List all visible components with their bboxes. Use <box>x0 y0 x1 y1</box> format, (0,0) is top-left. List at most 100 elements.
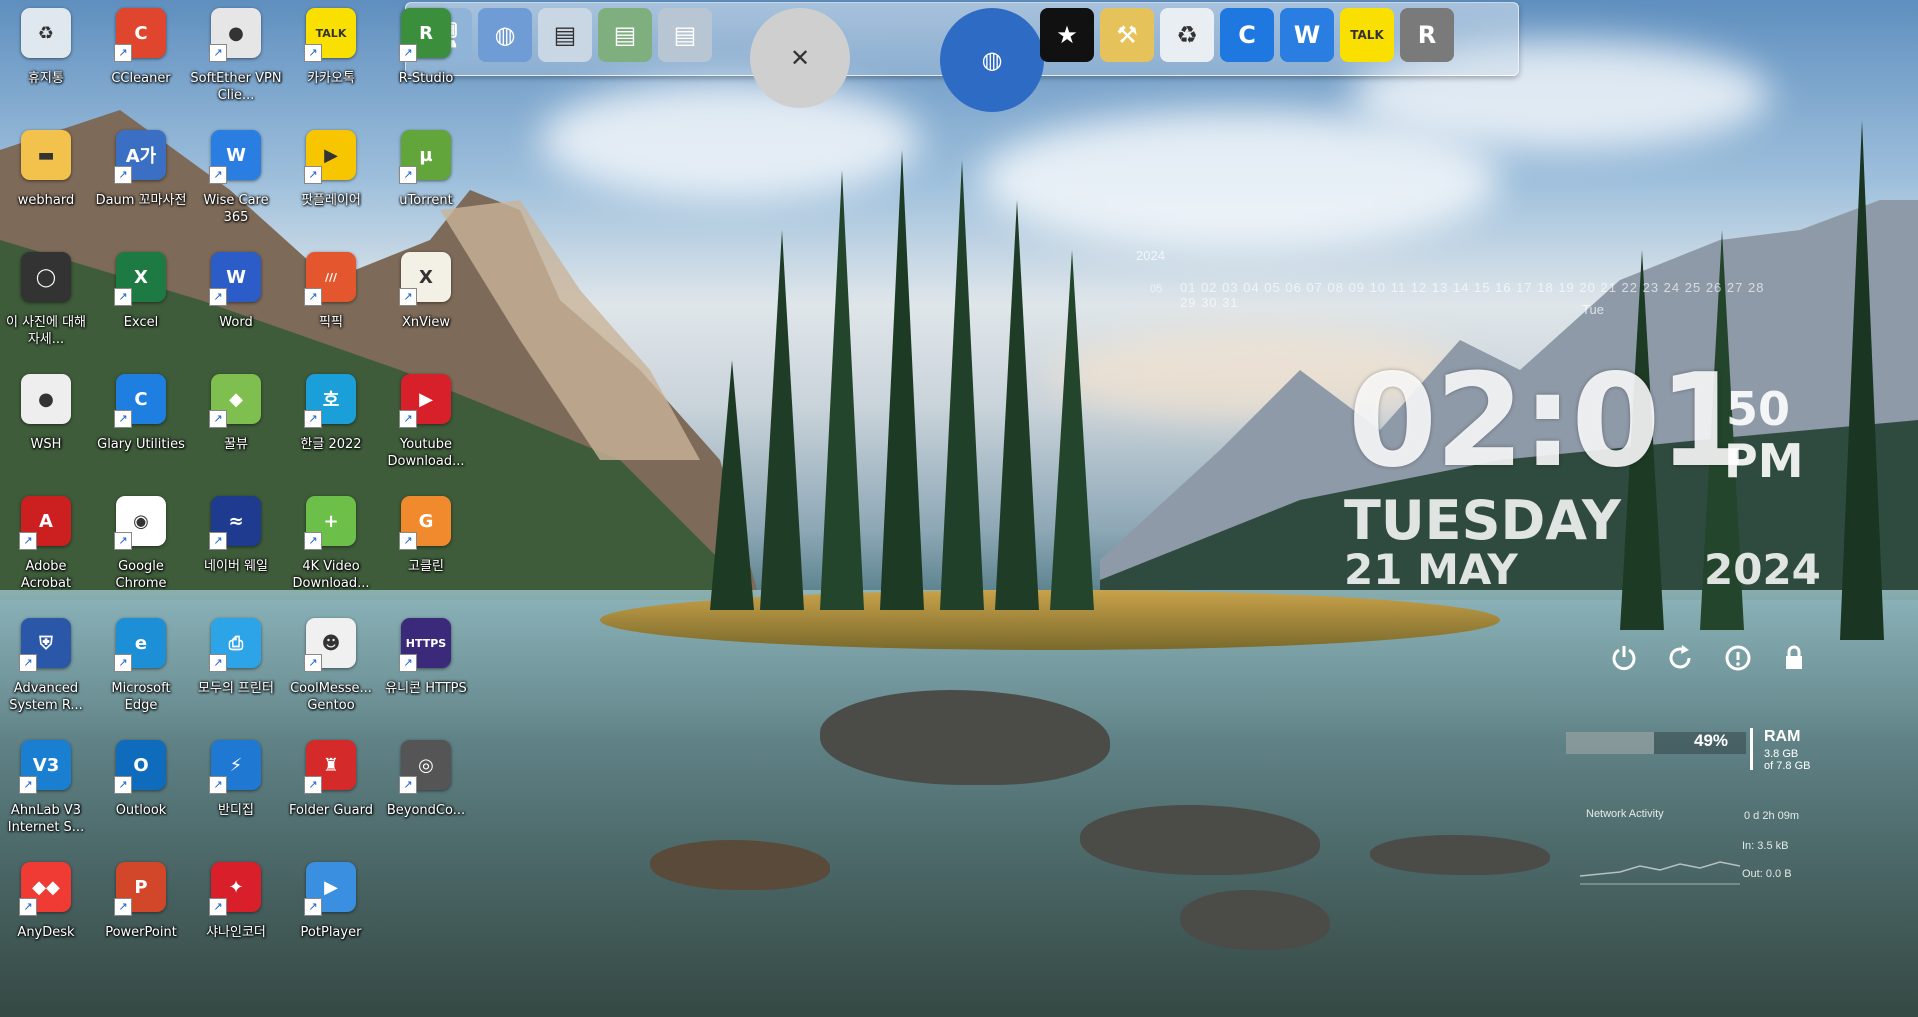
dock-item-documents-folder[interactable]: ▤ <box>538 8 592 62</box>
desktop-icon-bandizip[interactable]: ⚡ ↗ 반디집 <box>189 736 283 848</box>
desktop-icon-powerpoint[interactable]: P ↗ PowerPoint <box>94 858 188 970</box>
desktop-icon-youtube-downloader[interactable]: ▶ ↗ Youtube Download... <box>379 370 473 482</box>
shortcut-arrow-icon: ↗ <box>399 166 417 184</box>
kakaotalk-icon: TALK <box>1350 28 1384 42</box>
sleep-button[interactable] <box>1720 640 1756 676</box>
recycle-bin-icon: ♻ <box>21 8 71 58</box>
shortcut-arrow-icon: ↗ <box>114 288 132 306</box>
restart-button[interactable] <box>1662 640 1698 676</box>
desktop-icon-shana-encoder[interactable]: ✦ ↗ 샤나인코더 <box>189 858 283 970</box>
desktop-icon-label: 4K Video Download... <box>292 559 370 591</box>
desktop-icon-acrobat[interactable]: A ↗ Adobe Acrobat <box>0 492 93 604</box>
desktop-icon-potplayer-yellow[interactable]: ▶ ↗ 팟플레이어 <box>284 126 378 238</box>
desktop-icon-label: CCleaner <box>111 71 171 86</box>
desktop-icon-edge[interactable]: e ↗ Microsoft Edge <box>94 614 188 726</box>
desktop-icon-picpick[interactable]: ///↗ 픽픽 <box>284 248 378 360</box>
dock-item-wrench-hammer[interactable]: ⚒ <box>1100 8 1154 62</box>
desktop-icon-file[interactable]: ● WSH <box>0 370 93 482</box>
desktop-icon-label: 유니콘 HTTPS <box>385 681 467 696</box>
desktop-icon-recycle-bin[interactable]: ♻ 휴지통 <box>0 4 93 116</box>
dock-item-tshirt[interactable]: ★ <box>1040 8 1094 62</box>
desktop-icon-ahnlab-v3[interactable]: V3 ↗ AhnLab V3 Internet S... <box>0 736 93 848</box>
lock-button[interactable] <box>1776 640 1812 676</box>
shortcut-arrow-icon: ↗ <box>114 776 132 794</box>
desktop-icon-label: SoftEther VPN Clie... <box>190 71 282 103</box>
desktop-icon-label: Google Chrome <box>115 559 167 591</box>
desktop-icon-honeyview[interactable]: ◆ ↗ 꿀뷰 <box>189 370 283 482</box>
desktop-icon-softether-vpn[interactable]: ● ↗ SoftEther VPN Clie... <box>189 4 283 116</box>
desktop-icon-printer[interactable]: ⎙ ↗ 모두의 프린터 <box>189 614 283 726</box>
clock-ampm: PM <box>1724 434 1804 488</box>
desktop-icon-goclean[interactable]: G ↗ 고클린 <box>379 492 473 604</box>
dock-item-tools-hammer[interactable]: ✕ <box>750 8 850 108</box>
lock-icon <box>1786 645 1802 669</box>
shortcut-arrow-icon: ↗ <box>399 44 417 62</box>
desktop-icon-anydesk[interactable]: ◆◆ ↗ AnyDesk <box>0 858 93 970</box>
calendar-year: 2024 <box>1136 248 1165 263</box>
dock-item-green-folder[interactable]: ▤ <box>598 8 652 62</box>
desktop-icon-label: Advanced System R... <box>9 681 83 713</box>
network-activity-title: Network Activity <box>1586 808 1664 820</box>
uptime: 0 d 2h 09m <box>1744 810 1800 822</box>
dock-item-recycle-bin[interactable]: ♻ <box>1160 8 1214 62</box>
desktop-icon-glary-utilities[interactable]: C ↗ Glary Utilities <box>94 370 188 482</box>
desktop-icon-beyond-compare[interactable]: ◎ ↗ BeyondCo... <box>379 736 473 848</box>
desktop-icon-xnview[interactable]: X ↗ XnView <box>379 248 473 360</box>
desktop-icon-unicorn-https[interactable]: HTTPS ↗ 유니콘 HTTPS <box>379 614 473 726</box>
shortcut-arrow-icon: ↗ <box>304 166 322 184</box>
desktop-icon-4k-downloader[interactable]: + ↗ 4K Video Download... <box>284 492 378 604</box>
folder-icon: ▬ <box>21 130 71 180</box>
desktop-icon-label: uTorrent <box>399 193 453 208</box>
desktop-icon-chrome[interactable]: ◉ ↗ Google Chrome <box>94 492 188 604</box>
clock-seconds: 50 <box>1726 382 1791 436</box>
dock-item-network-globe[interactable]: ◍ <box>478 8 532 62</box>
desktop-icon-excel[interactable]: X ↗ Excel <box>94 248 188 360</box>
shortcut-arrow-icon: ↗ <box>399 532 417 550</box>
shortcut-arrow-icon: ↗ <box>304 776 322 794</box>
shortcut-arrow-icon: ↗ <box>209 898 227 916</box>
dock-item-kakaotalk[interactable]: TALK <box>1340 8 1394 62</box>
desktop-icon-dictionary[interactable]: A가 ↗ Daum 꼬마사전 <box>94 126 188 238</box>
dock-item-glary-utilities[interactable]: C <box>1220 8 1274 62</box>
power-button[interactable] <box>1606 640 1642 676</box>
desktop-icon-wise-care[interactable]: W ↗ Wise Care 365 <box>189 126 283 238</box>
r-studio-icon: R <box>1417 21 1437 49</box>
dock-item-r-studio[interactable]: R <box>1400 8 1454 62</box>
desktop-icon-outlook[interactable]: O ↗ Outlook <box>94 736 188 848</box>
shortcut-arrow-icon: ↗ <box>399 654 417 672</box>
desktop-icon-ccleaner[interactable]: C ↗ CCleaner <box>94 4 188 116</box>
desktop-icon-word[interactable]: W ↗ Word <box>189 248 283 360</box>
desktop-icon-label: 한글 2022 <box>300 437 362 452</box>
recycle-bin-icon: ♻ <box>1176 21 1198 49</box>
network-in: In: 3.5 kB <box>1742 840 1789 852</box>
desktop-icon-label: XnView <box>402 315 450 330</box>
desktop-icon-label: PowerPoint <box>105 925 177 940</box>
desktop-icon-potplayer[interactable]: ▶ ↗ PotPlayer <box>284 858 378 970</box>
wrench-hammer-icon: ⚒ <box>1116 21 1138 49</box>
desktop-icon-label: 팟플레이어 <box>301 193 361 208</box>
dock-item-pictures-folder[interactable]: ▤ <box>658 8 712 62</box>
desktop-icon-label: 반디집 <box>218 803 254 818</box>
shortcut-arrow-icon: ↗ <box>114 410 132 428</box>
shortcut-arrow-icon: ↗ <box>304 44 322 62</box>
desktop-icon-r-studio[interactable]: R ↗ R-Studio <box>379 4 473 116</box>
shortcut-arrow-icon: ↗ <box>19 532 37 550</box>
info-circle-icon: ◯ <box>21 252 71 302</box>
desktop-icon-kakaotalk[interactable]: TALK ↗ 카카오톡 <box>284 4 378 116</box>
desktop-icon-advanced-system-repair[interactable]: ⛨ ↗ Advanced System R... <box>0 614 93 726</box>
desktop-icon-info-circle[interactable]: ◯ 이 사진에 대해 자세... <box>0 248 93 360</box>
shortcut-arrow-icon: ↗ <box>304 532 322 550</box>
desktop-icon-label: Glary Utilities <box>97 437 185 452</box>
dock-item-wise-care[interactable]: W <box>1280 8 1334 62</box>
desktop-icon-coolmessenger[interactable]: ☻ ↗ CoolMesse... Gentoo <box>284 614 378 726</box>
desktop-icon-whale[interactable]: ≈ ↗ 네이버 웨일 <box>189 492 283 604</box>
desktop-icon-folder[interactable]: ▬ webhard <box>0 126 93 238</box>
dock-item-globe[interactable]: ◍ <box>940 8 1044 112</box>
desktop-icon-hangul[interactable]: 호 ↗ 한글 2022 <box>284 370 378 482</box>
desktop-icon-label: 네이버 웨일 <box>204 559 268 574</box>
clock-day: TUESDAY <box>1344 489 1622 552</box>
desktop-icon-utorrent[interactable]: µ ↗ uTorrent <box>379 126 473 238</box>
file-icon: ● <box>21 374 71 424</box>
shortcut-arrow-icon: ↗ <box>304 288 322 306</box>
desktop-icon-folder-guard[interactable]: ♜ ↗ Folder Guard <box>284 736 378 848</box>
